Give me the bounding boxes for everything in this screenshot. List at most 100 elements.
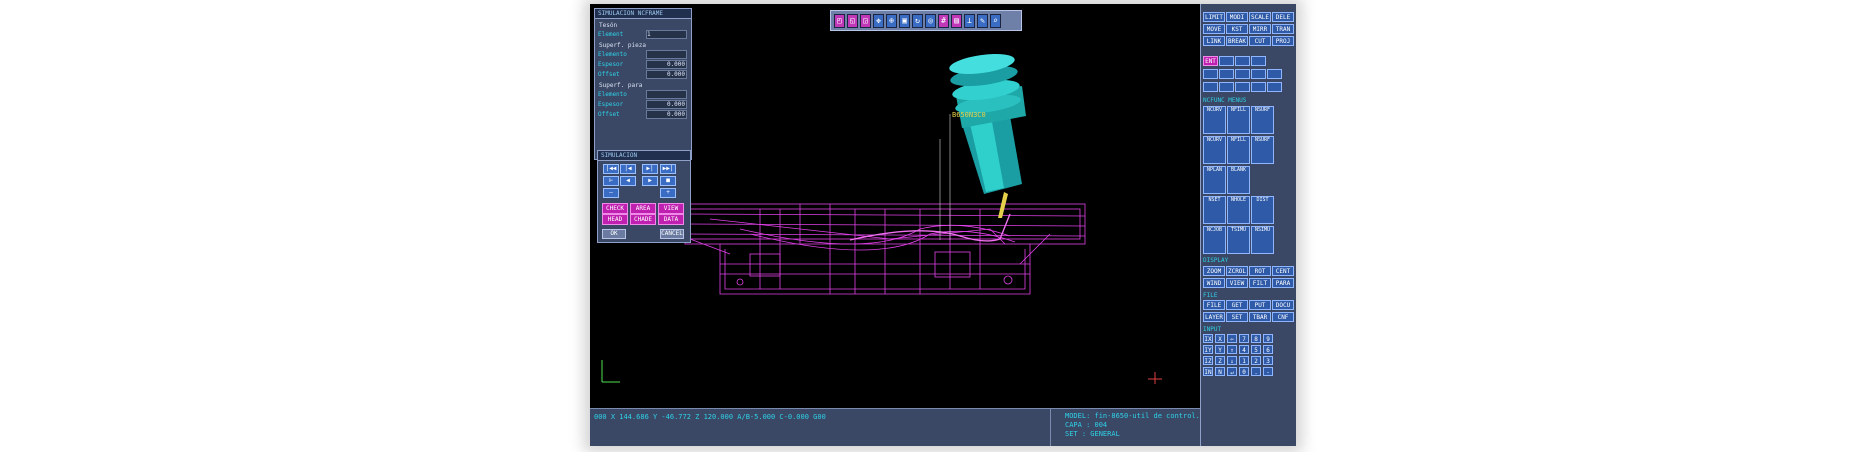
piece-thickness-field[interactable]: 0.000 <box>646 59 687 69</box>
view-button[interactable]: VIEW <box>1226 278 1248 288</box>
ok-button[interactable]: OK <box>602 229 626 239</box>
move-icon[interactable]: ✥ <box>873 14 884 28</box>
keypad-key[interactable]: IY <box>1203 345 1213 354</box>
pen-icon[interactable]: ✎ <box>977 14 988 28</box>
fit-icon[interactable]: ◎ <box>925 14 936 28</box>
view-button[interactable]: VIEW <box>658 203 684 214</box>
view-side-icon[interactable]: ◲ <box>860 14 871 28</box>
snap-icon[interactable] <box>1235 82 1250 92</box>
element-field[interactable]: 1 <box>646 29 687 39</box>
keypad-key[interactable]: IN <box>1203 367 1213 376</box>
stop-element-field[interactable] <box>646 89 687 99</box>
stop-offset-field[interactable]: 0.000 <box>646 109 687 119</box>
keypad-key[interactable]: 7 <box>1239 334 1249 343</box>
slow-button[interactable]: ⊢ <box>603 176 619 186</box>
nfill-tile-2[interactable]: NFILL <box>1227 136 1250 164</box>
head-button[interactable]: HEAD <box>602 214 628 225</box>
piece-element-field[interactable] <box>646 49 687 59</box>
stop-thickness-field[interactable]: 0.000 <box>646 99 687 109</box>
snap-icon[interactable] <box>1203 69 1218 79</box>
cnf-button[interactable]: CNF <box>1272 312 1294 322</box>
snap-icon[interactable] <box>1219 82 1234 92</box>
step-forward-button[interactable]: ▶| <box>642 164 658 174</box>
get-button[interactable]: GET <box>1226 300 1248 310</box>
ncurv-tile-2[interactable]: NCURV <box>1203 136 1226 164</box>
snap-icon[interactable] <box>1267 82 1282 92</box>
layer-button[interactable]: LAYER <box>1203 312 1225 322</box>
keypad-key[interactable]: IZ <box>1203 356 1213 365</box>
cut-button[interactable]: CUT <box>1249 36 1271 46</box>
limit-button[interactable]: LIMIT <box>1203 12 1225 22</box>
stop-button[interactable]: ■ <box>660 176 676 186</box>
para-button[interactable]: PARA <box>1272 278 1294 288</box>
keypad-key[interactable]: X <box>1215 334 1225 343</box>
zcrol-button[interactable]: ZCROL <box>1226 266 1248 276</box>
kst-button[interactable]: KST <box>1226 24 1248 34</box>
view-iso-icon[interactable]: ◰ <box>834 14 845 28</box>
keypad-key[interactable]: N <box>1215 367 1225 376</box>
keypad-key[interactable]: 5 <box>1251 345 1261 354</box>
cent-button[interactable]: CENT <box>1272 266 1294 276</box>
zoom-icon[interactable]: ⊕ <box>886 14 897 28</box>
check-button[interactable]: CHECK <box>602 203 628 214</box>
keypad-key[interactable]: 3 <box>1263 356 1273 365</box>
tsimu-tile[interactable]: TSIMU <box>1227 226 1250 254</box>
keypad-key[interactable]: 4 <box>1239 345 1249 354</box>
blank-tile[interactable]: BLANK <box>1227 166 1250 194</box>
nplan-tile[interactable]: NPLAN <box>1203 166 1226 194</box>
tbar-button[interactable]: TBAR <box>1249 312 1271 322</box>
rot-button[interactable]: ROT <box>1249 266 1271 276</box>
rewind-button[interactable]: |◀◀ <box>603 164 619 174</box>
nsurf-tile-2[interactable]: NSURF <box>1251 136 1274 164</box>
rotate-icon[interactable]: ↻ <box>912 14 923 28</box>
shade-button[interactable]: CHADE <box>630 214 656 225</box>
nfill-tile[interactable]: NFILL <box>1227 106 1250 134</box>
tran-button[interactable]: TRAN <box>1272 24 1294 34</box>
keypad-key[interactable]: Y <box>1215 345 1225 354</box>
nsurf-tile[interactable]: NSURF <box>1251 106 1274 134</box>
step-back-button[interactable]: |◀ <box>620 164 636 174</box>
cancel-button[interactable]: CANCEL <box>660 229 684 239</box>
snap-icon[interactable] <box>1251 82 1266 92</box>
keypad-key[interactable]: . <box>1251 367 1261 376</box>
area-button[interactable]: AREA <box>630 203 656 214</box>
nsimu-tile[interactable]: NSIMU <box>1251 226 1274 254</box>
ent-button[interactable]: ENT <box>1203 56 1218 66</box>
zoom-window-icon[interactable]: ▣ <box>899 14 910 28</box>
nset-tile[interactable]: NSET <box>1203 196 1226 224</box>
modi-button[interactable]: MODI <box>1226 12 1248 22</box>
dele-button[interactable]: DELE <box>1272 12 1294 22</box>
piece-offset-field[interactable]: 0.000 <box>646 69 687 79</box>
speed-down-button[interactable]: – <box>603 188 619 198</box>
speed-up-button[interactable]: + <box>660 188 676 198</box>
search-icon[interactable]: ⌕ <box>990 14 1001 28</box>
move-button[interactable]: MOVE <box>1203 24 1225 34</box>
entity-filter-icon[interactable] <box>1235 56 1250 66</box>
play-reverse-button[interactable]: ◀ <box>620 176 636 186</box>
keypad-key[interactable]: Z <box>1215 356 1225 365</box>
put-button[interactable]: PUT <box>1249 300 1271 310</box>
keypad-key[interactable]: ⇐ <box>1227 334 1237 343</box>
keypad-key[interactable]: IX <box>1203 334 1213 343</box>
keypad-key[interactable]: 6 <box>1263 345 1273 354</box>
zoom-button[interactable]: ZOOM <box>1203 266 1225 276</box>
fast-forward-button[interactable]: ▶▶| <box>660 164 676 174</box>
nhole-tile[interactable]: NHOLE <box>1227 196 1250 224</box>
file-button[interactable]: FILE <box>1203 300 1225 310</box>
dist-tile[interactable]: DIST <box>1251 196 1274 224</box>
keypad-key[interactable]: ↵ <box>1227 367 1237 376</box>
ncjob-tile[interactable]: NCJOB <box>1203 226 1226 254</box>
scale-button[interactable]: SCALE <box>1249 12 1271 22</box>
proj-button[interactable]: PROJ <box>1272 36 1294 46</box>
keypad-key[interactable]: - <box>1263 367 1273 376</box>
snap-icon[interactable] <box>1267 69 1282 79</box>
play-button[interactable]: ▶ <box>642 176 658 186</box>
wind-button[interactable]: WIND <box>1203 278 1225 288</box>
break-button[interactable]: BREAK <box>1226 36 1248 46</box>
view-front-icon[interactable]: ◱ <box>847 14 858 28</box>
keypad-key[interactable]: 2 <box>1251 356 1261 365</box>
entity-filter-icon[interactable] <box>1251 56 1266 66</box>
keypad-key[interactable]: 0 <box>1239 367 1249 376</box>
keypad-key[interactable]: 9 <box>1263 334 1273 343</box>
keypad-key[interactable]: 1 <box>1239 356 1249 365</box>
